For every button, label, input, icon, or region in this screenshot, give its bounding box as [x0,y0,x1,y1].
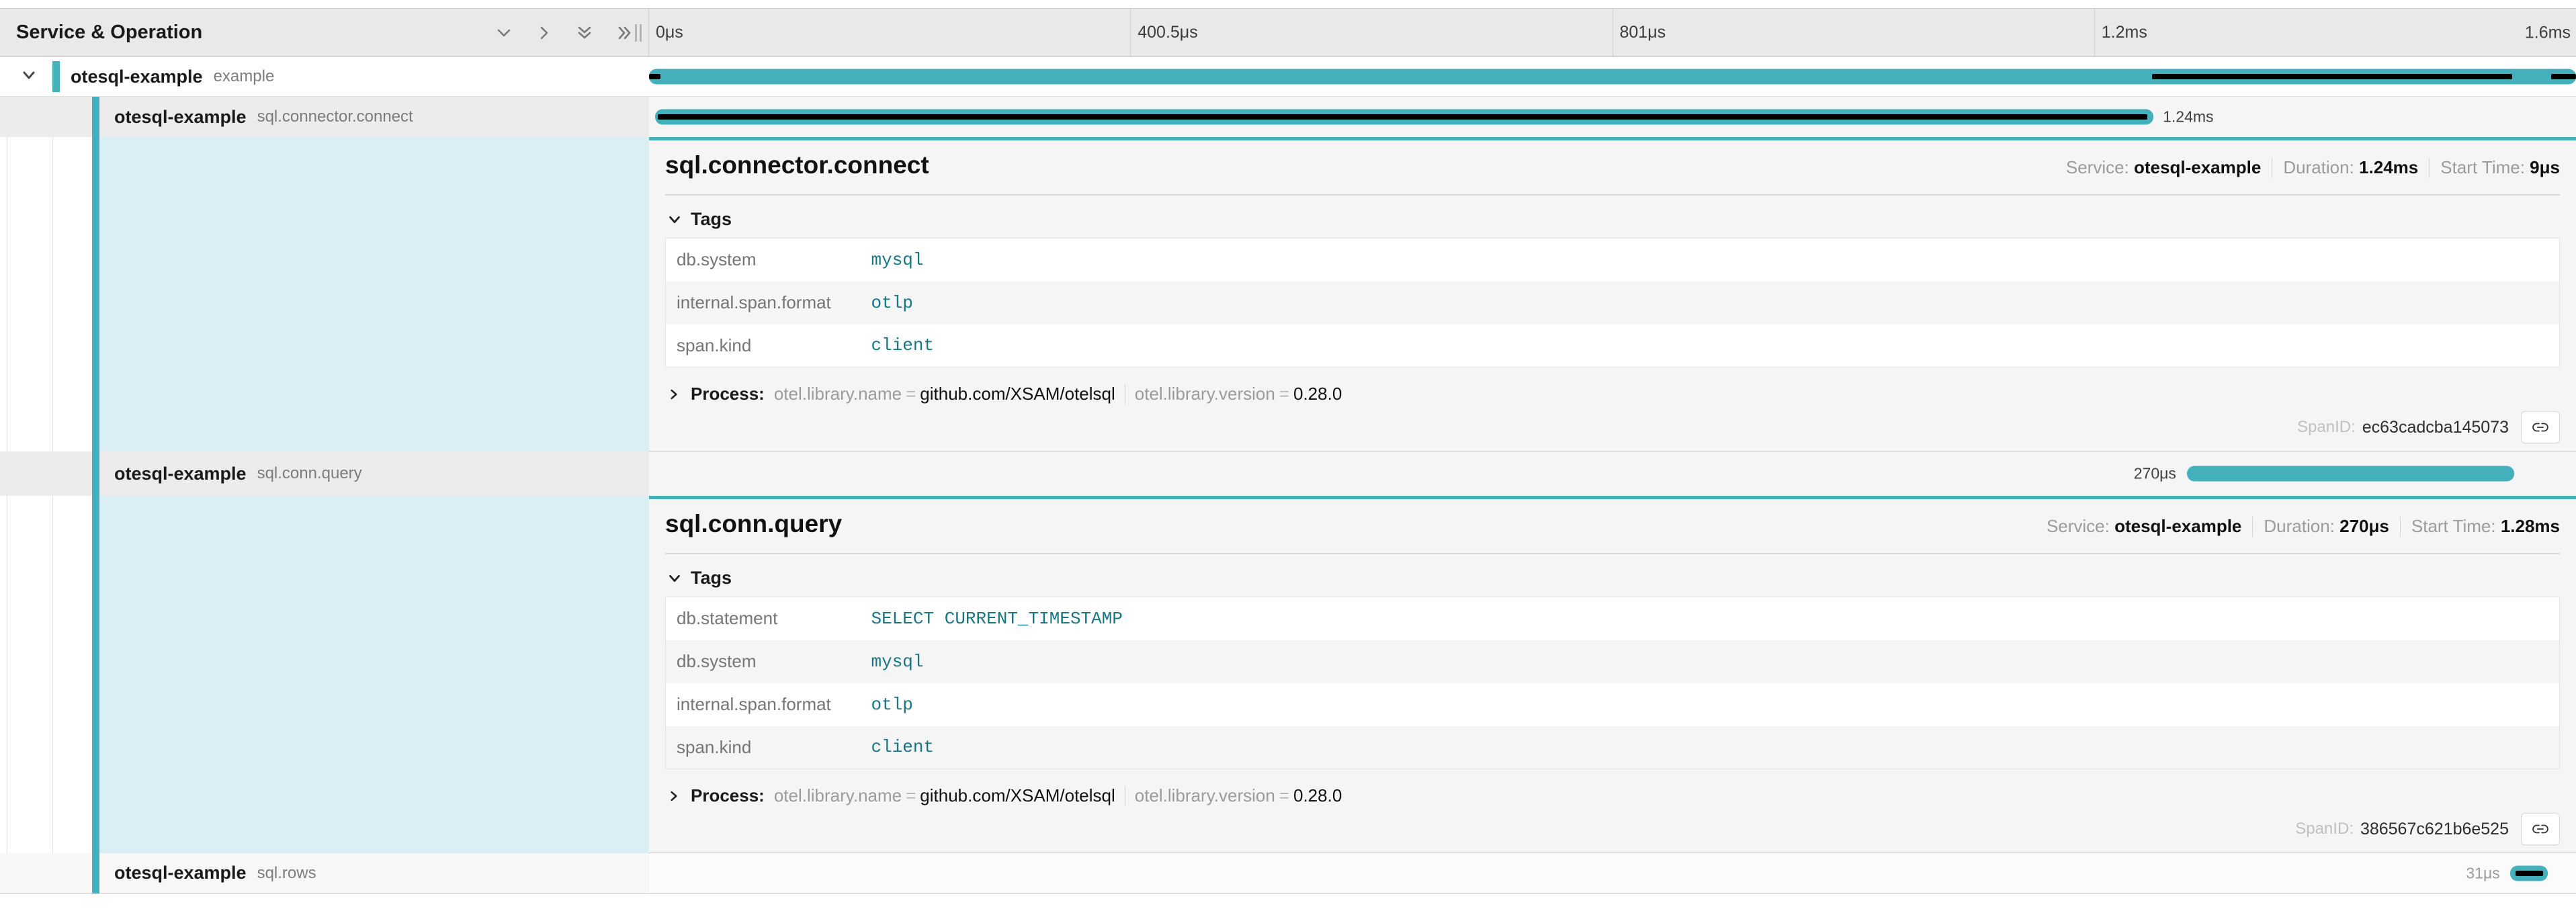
process-accordion-toggle[interactable]: Process: otel.library.name=github.com/XS… [667,785,2560,806]
tag-key: db.system [666,640,861,683]
chevron-right-icon [667,387,681,402]
spanid-value: ec63cadcba145073 [2362,418,2509,437]
span-detail-title: sql.connector.connect [665,151,929,179]
service-name: otesql-example [114,107,247,128]
spanid-row: SpanID: ec63cadcba145073 [665,411,2560,453]
tag-row[interactable]: span.kind client [666,726,2560,769]
chevron-down-icon [667,570,683,587]
critical-path-segment [2152,74,2512,79]
chevron-down-icon [667,212,683,228]
ruler-tick: 801μs [1613,9,2094,56]
tag-key: internal.span.format [666,683,861,726]
tag-value: client [861,726,2560,769]
deep-link-button[interactable] [2521,411,2560,443]
tag-row[interactable]: internal.span.format otlp [666,683,2560,726]
tag-row[interactable]: db.statement SELECT CURRENT_TIMESTAMP [666,597,2560,640]
operation-name: example [214,67,275,86]
column-resize-handle[interactable] [635,24,644,42]
span-bar-cell[interactable]: 1.24ms [649,97,2576,137]
tag-key: internal.span.format [666,281,861,324]
tag-key: db.system [666,238,861,281]
expand-one-icon[interactable] [573,21,596,44]
tag-value: mysql [861,640,2560,683]
critical-path-segment [2551,74,2576,79]
span-row-sql-rows[interactable]: otesql-example sql.rows 31μs [0,853,2576,894]
tag-row[interactable]: internal.span.format otlp [666,281,2560,324]
span-detail-meta: Service: otesql-example Duration: 270μs … [2047,516,2560,538]
tag-row[interactable]: db.system mysql [666,238,2560,281]
span-detail-meta: Service: otesql-example Duration: 1.24ms… [2066,157,2560,179]
process-accordion-toggle[interactable]: Process: otel.library.name=github.com/XS… [667,384,2560,404]
span-detail-sql-conn-query: sql.conn.query Service: otesql-example D… [649,496,2576,853]
tag-value: SELECT CURRENT_TIMESTAMP [861,597,2560,640]
span-duration-label: 31μs [2466,864,2499,882]
tags-accordion-toggle[interactable]: Tags [667,209,2560,230]
tags-table: db.statement SELECT CURRENT_TIMESTAMP db… [665,597,2560,769]
tag-value: otlp [861,281,2560,324]
tag-key: span.kind [666,324,861,367]
critical-path-segment [649,74,660,79]
chevron-down-icon[interactable] [19,65,42,88]
span-row-example[interactable]: otesql-example example [0,57,2576,97]
tag-value: mysql [861,238,2560,281]
service-name: otesql-example [114,863,247,883]
ruler-tick-end: 1.6ms [2525,23,2571,42]
deep-link-button[interactable] [2521,813,2560,845]
service-color-block [52,61,60,92]
collapse-all-icon[interactable] [533,21,556,44]
timeline-ruler: 0μs 400.5μs 801μs 1.2ms 1.6ms [649,9,2576,56]
span-detail-sql-connector-connect: sql.connector.connect Service: otesql-ex… [649,137,2576,451]
link-icon [2530,819,2550,839]
spanid-row: SpanID: 386567c621b6e525 [665,813,2560,855]
span-row-sql-conn-query[interactable]: otesql-example sql.conn.query 270μs [0,451,2576,496]
tag-value: client [861,324,2560,367]
chevron-right-icon [667,789,681,804]
critical-path-segment [658,114,2147,120]
spanid-value: 386567c621b6e525 [2360,820,2509,839]
service-operation-header: Service & Operation [0,9,649,56]
tag-value: otlp [861,683,2560,726]
link-icon [2530,417,2550,437]
operation-name: sql.conn.query [257,464,362,483]
ruler-tick: 400.5μs [1130,9,1612,56]
span-bar-cell[interactable]: 31μs [649,853,2576,893]
service-color-spine [92,97,99,894]
service-name: otesql-example [114,464,247,484]
span-row-sql-connector-connect[interactable]: otesql-example sql.connector.connect 1.2… [0,97,2576,137]
service-name: otesql-example [71,67,203,87]
spanid-label: SpanID: [2297,418,2356,437]
operation-name: sql.connector.connect [257,107,413,126]
tag-key: db.statement [666,597,861,640]
ruler-tick: 1.2ms [2094,9,2576,56]
tag-row[interactable]: db.system mysql [666,640,2560,683]
trace-timeline-view: Service & Operation 0μs 400.5μs 801 [0,0,2576,911]
span-duration-label: 270μs [2134,465,2176,483]
collapse-one-icon[interactable] [492,21,515,44]
tag-key: span.kind [666,726,861,769]
tags-table: db.system mysql internal.span.format otl… [665,238,2560,367]
span-bar[interactable] [2187,466,2515,482]
timeline-header: Service & Operation 0μs 400.5μs 801 [0,8,2576,57]
span-duration-label: 1.24ms [2163,108,2213,126]
operation-name: sql.rows [257,864,316,883]
tag-row[interactable]: span.kind client [666,324,2560,367]
span-bar-cell[interactable] [649,57,2576,96]
span-detail-title: sql.conn.query [665,510,842,538]
ruler-tick: 0μs [649,9,1130,56]
service-operation-title: Service & Operation [16,21,202,44]
expand-all-icon[interactable] [613,21,636,44]
span-name-cell[interactable]: otesql-example example [0,57,649,96]
tags-accordion-toggle[interactable]: Tags [667,568,2560,589]
span-bar-cell[interactable]: 270μs [649,451,2576,496]
spanid-label: SpanID: [2295,820,2354,838]
critical-path-segment [2516,871,2544,876]
